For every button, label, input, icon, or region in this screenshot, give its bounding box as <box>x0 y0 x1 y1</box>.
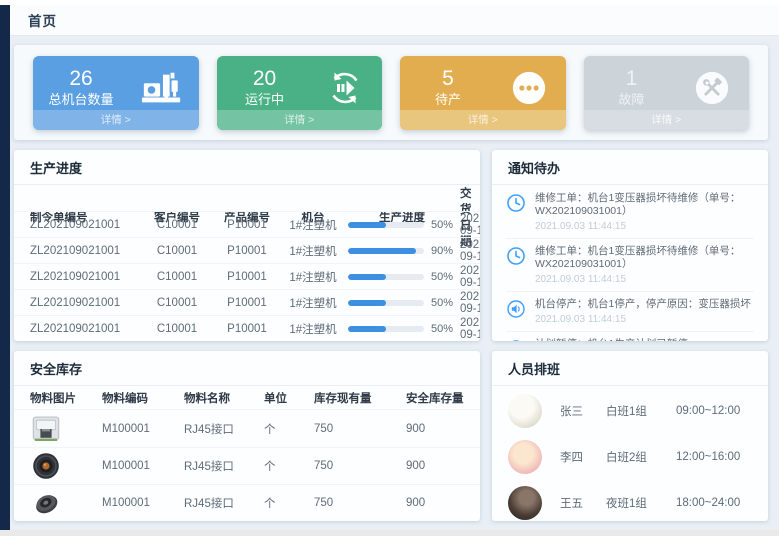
rj45-connector-image <box>30 413 64 445</box>
table-row: ZL202109021001 C10001 P10001 1#注塑机 50% 2… <box>14 315 480 341</box>
table-row: M100001 RJ45接口 个 750 900 <box>14 409 480 446</box>
timestamp: 2021.09.03 11:44:15 <box>535 314 751 326</box>
staff-shift: 白班1组 <box>606 403 676 419</box>
stat-card-fault[interactable]: 1 故障 <box>584 56 750 130</box>
detail-link[interactable]: 详情 > <box>217 110 383 130</box>
notification-item[interactable]: 维修工单：机台1变压器损坏待维修（单号：WX202109031001） 2021… <box>506 239 754 292</box>
avatar <box>508 394 542 428</box>
progress-bar: 50% <box>344 271 460 283</box>
table-row: ZL202109021001 C10001 P10001 1#注塑机 50% 2… <box>14 263 480 289</box>
page-header: 首页 <box>10 5 779 36</box>
staff-schedule-panel: 人员排班 张三 白班1组 09:00~12:00 李四 白班2组 12: <box>492 351 768 521</box>
machine-icon <box>141 68 183 108</box>
stat-value: 26 <box>45 67 117 91</box>
bottom-edge <box>0 530 779 536</box>
stat-value: 1 <box>596 67 668 91</box>
production-progress-panel: 生产进度 制令单编号 客户编号 产品编号 机台 生产进度 交货日期 ZL2021… <box>14 150 480 341</box>
panel-title: 通知待办 <box>492 150 768 185</box>
speaker-icon <box>506 299 526 319</box>
stat-label: 故障 <box>596 91 668 109</box>
speaker-front-image <box>30 450 64 482</box>
detail-link[interactable]: 详情 > <box>584 110 750 130</box>
progress-bar: 50% <box>344 323 460 335</box>
stat-card-running[interactable]: 20 运行中 <box>217 56 383 130</box>
avatar <box>508 440 542 474</box>
panel-title: 生产进度 <box>14 150 480 185</box>
dashboard-screen: 首页 26 总机台数量 <box>0 0 779 536</box>
detail-link[interactable]: 详情 > <box>33 110 199 130</box>
table-row: ZL202109021001 C10001 P10001 1#注塑机 50% 2… <box>14 211 480 237</box>
running-icon <box>324 68 366 108</box>
speaker-angled-image <box>30 487 64 519</box>
safety-stock-panel: 安全库存 物料图片 物料编码 物料名称 单位 库存现有量 安全库存量 <box>14 351 480 521</box>
progress-bar: 90% <box>344 245 460 257</box>
notifications-panel: 通知待办 维修工单：机台1变压器损坏待维修（单号：WX202109031001） <box>492 150 768 341</box>
staff-row: 李四 白班2组 12:00~16:00 <box>508 434 754 480</box>
clock-icon <box>506 193 526 213</box>
detail-link[interactable]: 详情 > <box>400 110 566 130</box>
table-row: M100001 RJ45接口 个 750 900 <box>14 447 480 484</box>
speaker-icon <box>506 339 526 341</box>
table-row: ZL202109021001 C10001 P10001 1#注塑机 50% 2… <box>14 289 480 315</box>
staff-time: 18:00~24:00 <box>676 497 754 509</box>
staff-name: 李四 <box>560 449 606 465</box>
repair-tools-icon <box>691 68 733 108</box>
timestamp: 2021.09.03 11:44:15 <box>535 274 754 286</box>
avatar <box>508 486 542 520</box>
stat-label: 待产 <box>412 91 484 109</box>
clock-icon <box>506 246 526 266</box>
collapsed-sidebar <box>0 5 10 530</box>
staff-row: 王五 夜班1组 18:00~24:00 <box>508 480 754 521</box>
staff-time: 09:00~12:00 <box>676 405 754 417</box>
main-area: 首页 26 总机台数量 <box>10 5 779 530</box>
notification-item[interactable]: 维修工单：机台1变压器损坏待维修（单号：WX202109031001） 2021… <box>506 186 754 239</box>
progress-bar: 50% <box>344 219 460 231</box>
table-header: 物料图片 物料编码 物料名称 单位 库存现有量 安全库存量 <box>14 386 480 409</box>
panel-title: 人员排班 <box>492 351 768 386</box>
staff-shift: 白班2组 <box>606 449 676 465</box>
ellipsis-icon <box>508 68 550 108</box>
content: 26 总机台数量 <box>10 36 779 530</box>
stat-label: 运行中 <box>229 91 301 109</box>
notification-item[interactable]: 计划暂停：机台1生产计划已暂停 2021.09.03 11:44:15 <box>506 332 754 341</box>
staff-name: 张三 <box>560 403 606 419</box>
stat-value: 5 <box>412 67 484 91</box>
stat-cards-panel: 26 总机台数量 <box>14 45 768 140</box>
progress-bar: 50% <box>344 297 460 309</box>
stat-label: 总机台数量 <box>45 91 117 109</box>
staff-name: 王五 <box>560 495 606 511</box>
stat-value: 20 <box>229 67 301 91</box>
table-row: ZL202109021001 C10001 P10001 1#注塑机 90% 2… <box>14 237 480 263</box>
page-title: 首页 <box>28 10 57 30</box>
stat-card-total-machines[interactable]: 26 总机台数量 <box>33 56 199 130</box>
notification-item[interactable]: 机台停产：机台1停产，停产原因：变压器损坏 2021.09.03 11:44:1… <box>506 292 754 332</box>
panel-title: 安全库存 <box>14 351 480 386</box>
table-row: M100001 RJ45接口 个 750 900 <box>14 484 480 521</box>
staff-shift: 夜班1组 <box>606 495 676 511</box>
staff-row: 张三 白班1组 09:00~12:00 <box>508 388 754 434</box>
timestamp: 2021.09.03 11:44:15 <box>535 221 754 233</box>
staff-time: 12:00~16:00 <box>676 451 754 463</box>
table-header: 制令单编号 客户编号 产品编号 机台 生产进度 交货日期 <box>14 185 480 211</box>
stat-card-waiting[interactable]: 5 待产 详情 > <box>400 56 566 130</box>
